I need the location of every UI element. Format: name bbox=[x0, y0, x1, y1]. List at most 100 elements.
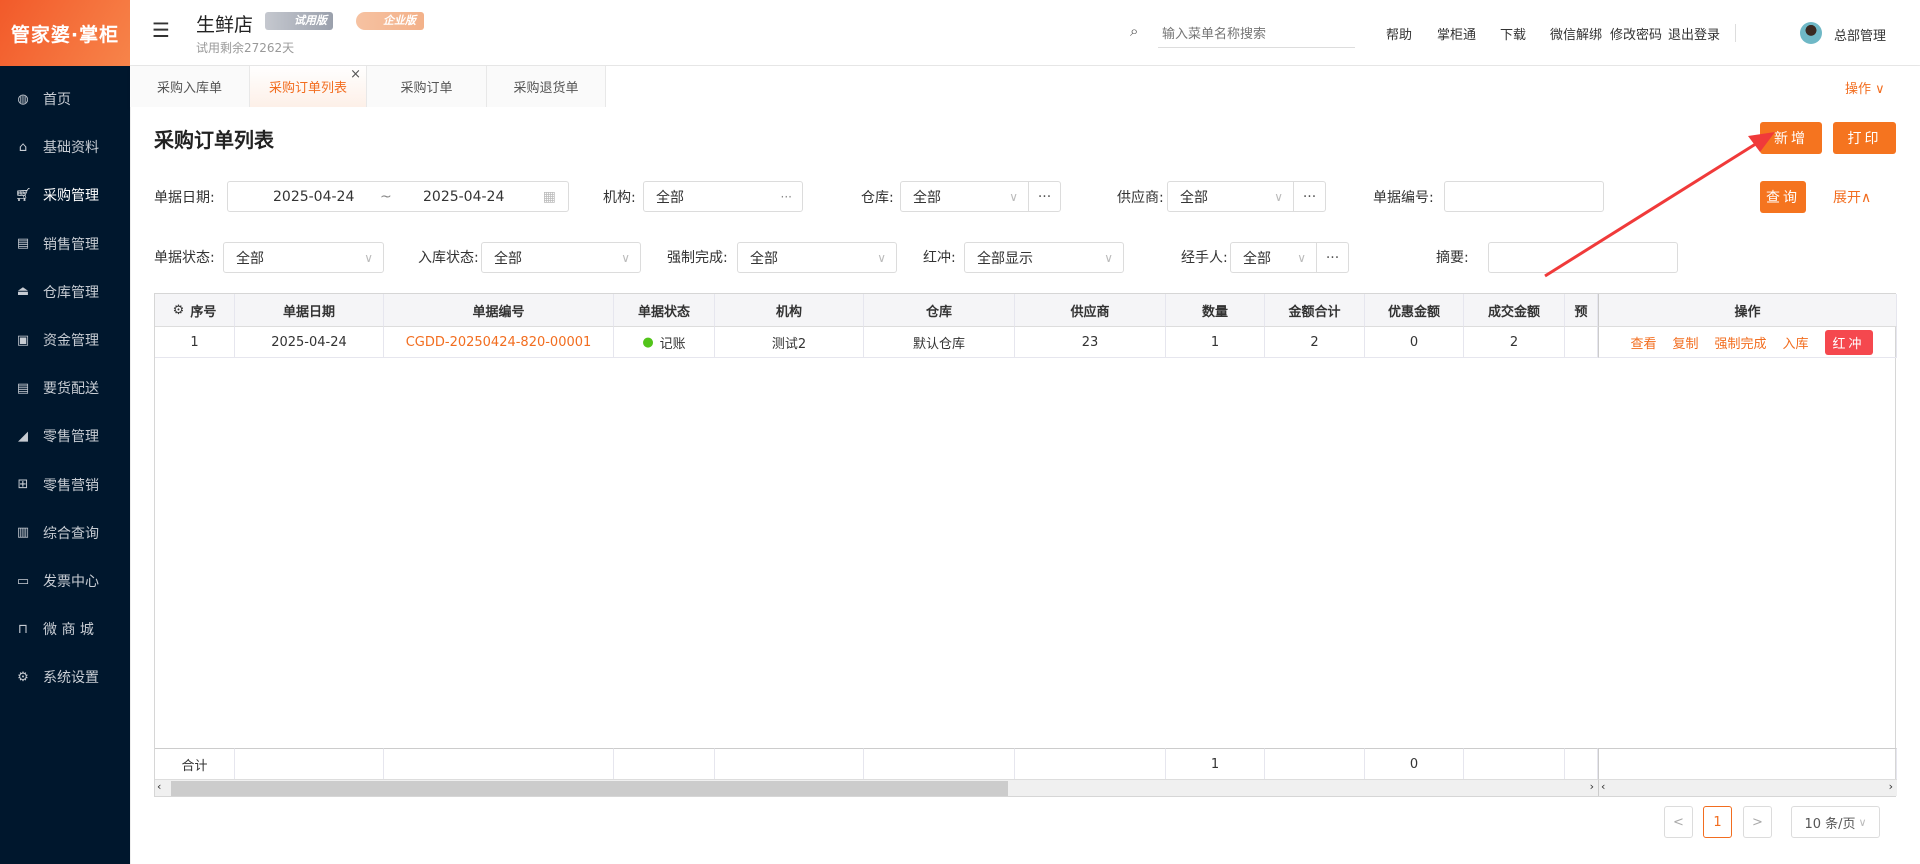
chevron-down-icon: ∨ bbox=[1274, 189, 1283, 204]
chevron-down-icon: ∨ bbox=[1009, 189, 1018, 204]
tab-3[interactable]: 采购退货单 bbox=[487, 66, 606, 107]
column-header[interactable]: 金额合计 bbox=[1265, 294, 1365, 327]
op-link-3[interactable]: 入库 bbox=[1783, 333, 1809, 352]
menu-search-input[interactable] bbox=[1158, 20, 1355, 48]
column-header[interactable]: 单据状态 bbox=[614, 294, 715, 327]
bag-icon: ⊓ bbox=[17, 621, 29, 637]
tab-0[interactable]: 采购入库单 bbox=[130, 66, 250, 107]
header-link-2[interactable]: 下载 bbox=[1500, 24, 1526, 43]
sidebar-item-4[interactable]: ⏏ 仓库管理 bbox=[0, 272, 130, 312]
sidebar-item-9[interactable]: ▥ 综合查询 bbox=[0, 513, 130, 553]
user-name[interactable]: 总部管理 bbox=[1834, 25, 1886, 44]
column-header[interactable]: 单据日期 bbox=[235, 294, 384, 327]
column-header-label: 优惠金额 bbox=[1387, 304, 1440, 320]
scroll-right-icon[interactable]: › bbox=[1590, 780, 1594, 793]
sidebar-item-label: 要货配送 bbox=[43, 381, 99, 398]
table-cell: 1 bbox=[1166, 327, 1265, 358]
doc-status-select[interactable]: 全部 ∨ bbox=[223, 242, 384, 273]
close-icon[interactable]: × bbox=[350, 67, 361, 82]
column-header[interactable]: 数量 bbox=[1166, 294, 1265, 327]
table-cell: 测试2 bbox=[715, 327, 864, 358]
red-reverse-select[interactable]: 全部显示 ∨ bbox=[964, 242, 1124, 273]
sidebar-item-11[interactable]: ⊓ 微 商 城 bbox=[0, 609, 130, 649]
instock-status-select[interactable]: 全部 ∨ bbox=[481, 242, 641, 273]
date-from[interactable]: 2025-04-24 bbox=[273, 189, 354, 205]
column-header-label: 单据编号 bbox=[472, 304, 525, 320]
header-link-1[interactable]: 掌柜通 bbox=[1437, 24, 1476, 43]
table-cell: 2 bbox=[1265, 327, 1365, 358]
warehouse-value: 全部 bbox=[913, 189, 941, 206]
sidebar-item-6[interactable]: ▤ 要货配送 bbox=[0, 368, 130, 408]
header-link-0[interactable]: 帮助 bbox=[1386, 24, 1412, 43]
horizontal-scrollbar[interactable]: ‹ › bbox=[155, 779, 1598, 796]
date-to[interactable]: 2025-04-24 bbox=[423, 189, 504, 205]
scroll-right-icon[interactable]: › bbox=[1889, 780, 1893, 793]
sidebar-item-2[interactable]: 🛒︎ 采购管理 bbox=[0, 175, 130, 215]
op-link-2[interactable]: 强制完成 bbox=[1714, 333, 1766, 352]
tab-2[interactable]: 采购订单 bbox=[367, 66, 487, 107]
handler-more-button[interactable]: ··· bbox=[1316, 242, 1349, 273]
scroll-left-icon[interactable]: ‹ bbox=[157, 780, 161, 793]
tab-operations-dropdown[interactable]: 操作 ∨ bbox=[1845, 78, 1885, 97]
warehouse-select[interactable]: 全部 ∨ bbox=[900, 181, 1029, 212]
column-header[interactable]: 成交金额 bbox=[1464, 294, 1565, 327]
prev-page-button[interactable]: < bbox=[1664, 806, 1693, 838]
handler-select[interactable]: 全部 ∨ bbox=[1230, 242, 1317, 273]
red-reverse-button[interactable]: 红冲 bbox=[1824, 329, 1873, 355]
column-header[interactable]: ⚙ 序号 bbox=[155, 294, 235, 327]
column-header[interactable]: 机构 bbox=[715, 294, 864, 327]
header-link-5[interactable]: 退出登录 bbox=[1668, 24, 1720, 43]
doc-no-input[interactable] bbox=[1444, 181, 1604, 212]
sidebar-item-8[interactable]: ⊞ 零售营销 bbox=[0, 465, 130, 505]
op-link-1[interactable]: 复制 bbox=[1672, 333, 1698, 352]
org-select[interactable]: 全部 ··· bbox=[643, 181, 803, 212]
column-header-label: 操作 bbox=[1734, 304, 1761, 320]
sidebar-item-7[interactable]: ◢ 零售管理 bbox=[0, 416, 130, 456]
add-button[interactable]: 新增 bbox=[1760, 122, 1822, 154]
red-reverse-label: 红冲: bbox=[923, 250, 956, 266]
next-page-button[interactable]: > bbox=[1743, 806, 1772, 838]
scroll-left-icon[interactable]: ‹ bbox=[1601, 780, 1605, 793]
sidebar-item-10[interactable]: ▭ 发票中心 bbox=[0, 561, 130, 601]
force-complete-select[interactable]: 全部 ∨ bbox=[737, 242, 897, 273]
column-header-operations: 操作 bbox=[1598, 294, 1897, 327]
sidebar-item-label: 基础资料 bbox=[43, 140, 99, 157]
bar-chart-icon: ▥ bbox=[16, 525, 30, 541]
sidebar-item-label: 系统设置 bbox=[43, 670, 99, 687]
instock-status-label: 入库状态: bbox=[418, 250, 479, 266]
page-1-button[interactable]: 1 bbox=[1703, 806, 1732, 838]
sidebar-item-1[interactable]: ⌂ 基础资料 bbox=[0, 127, 130, 167]
column-header[interactable]: 单据编号 bbox=[384, 294, 614, 327]
menu-toggle-icon[interactable]: ☰ bbox=[152, 18, 170, 42]
header-link-4[interactable]: 修改密码 bbox=[1610, 24, 1662, 43]
warehouse-more-button[interactable]: ··· bbox=[1028, 181, 1061, 212]
memo-input[interactable] bbox=[1488, 242, 1678, 273]
op-link-0[interactable]: 查看 bbox=[1630, 333, 1656, 352]
supplier-select[interactable]: 全部 ∨ bbox=[1167, 181, 1294, 212]
column-header[interactable]: 预 bbox=[1565, 294, 1598, 327]
page-size-select[interactable]: 10 条/页 ∨ bbox=[1791, 806, 1880, 838]
sidebar-item-0[interactable]: ◍ 首页 bbox=[0, 79, 130, 119]
column-header[interactable]: 仓库 bbox=[864, 294, 1015, 327]
doc-no-link[interactable]: CGDD-20250424-820-00001 bbox=[406, 335, 592, 350]
date-label: 单据日期: bbox=[154, 190, 215, 206]
scrollbar-thumb[interactable] bbox=[171, 781, 1008, 796]
sidebar-item-12[interactable]: ⚙ 系统设置 bbox=[0, 657, 130, 697]
column-settings-icon[interactable]: ⚙ bbox=[173, 303, 185, 318]
supplier-more-button[interactable]: ··· bbox=[1293, 181, 1326, 212]
sidebar-item-5[interactable]: ▣ 资金管理 bbox=[0, 320, 130, 360]
header-link-3[interactable]: 微信解绑 bbox=[1550, 24, 1602, 43]
print-button[interactable]: 打印 bbox=[1833, 122, 1896, 154]
top-header: ☰ 生鲜店 试用版 企业版 试用剩余27262天 ⌕ 帮助 掌柜通 下载 微信解绑修改… bbox=[130, 0, 1920, 66]
column-header[interactable]: 优惠金额 bbox=[1365, 294, 1464, 327]
query-button[interactable]: 查询 bbox=[1760, 181, 1806, 213]
expand-toggle[interactable]: 展开∧ bbox=[1833, 187, 1871, 207]
avatar[interactable] bbox=[1800, 22, 1822, 44]
date-range-picker[interactable]: 2025-04-24 ~ 2025-04-24 ▦ bbox=[227, 181, 569, 212]
sidebar-item-3[interactable]: ▤ 销售管理 bbox=[0, 224, 130, 264]
sidebar-item-label: 资金管理 bbox=[43, 333, 99, 349]
column-header[interactable]: 供应商 bbox=[1015, 294, 1166, 327]
operations-scrollbar[interactable]: ‹ › bbox=[1598, 779, 1897, 796]
tab-1[interactable]: 采购订单列表 × bbox=[250, 66, 367, 107]
footer-cell bbox=[1565, 748, 1598, 779]
